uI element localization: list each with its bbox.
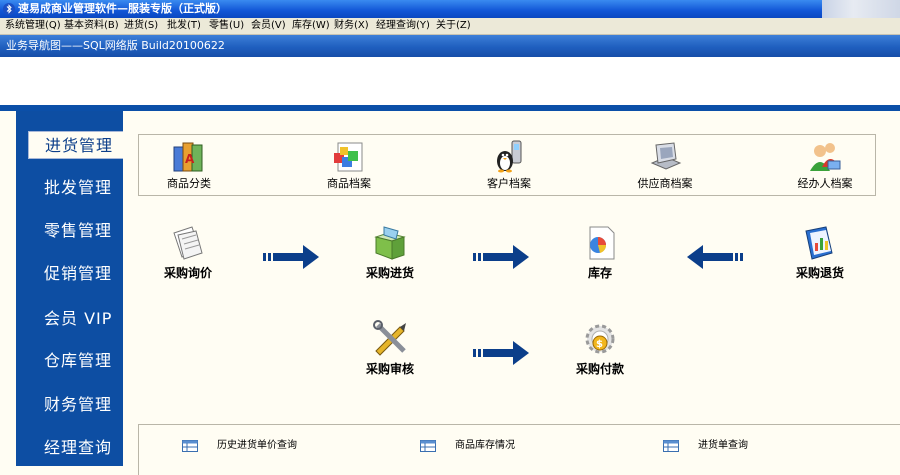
query-link-stock-status-label: 商品库存情况 (455, 440, 515, 451)
query-link-stock-status[interactable]: 商品库存情况 (420, 438, 620, 454)
menu-purchase[interactable]: 进货(S) (122, 18, 160, 34)
flow-audit-label: 采购审核 (365, 362, 414, 376)
query-link-purchase-orders[interactable]: 进货单查询 (663, 438, 863, 454)
arrow-left-icon (687, 245, 743, 269)
menu-bar: 系统管理(Q) 基本资料(B) 进货(S) 批发(T) 零售(U) 会员(V) … (0, 18, 900, 35)
document-chart-icon (589, 226, 615, 260)
handler-archive-shortcut[interactable]: 经办人档案 (775, 135, 875, 195)
query-link-price-history-label: 历史进货单价查询 (217, 440, 297, 451)
menu-manager-query[interactable]: 经理查询(Y) (374, 18, 432, 34)
customer-penguin-phone-icon (497, 140, 522, 173)
arrow-right-icon (473, 341, 529, 365)
flow-purchase-label: 采购进货 (365, 266, 414, 280)
table-icon (663, 440, 679, 452)
supplier-monitor-icon (650, 142, 682, 170)
category-label: 商品分类 (167, 177, 211, 190)
papers-icon (173, 226, 203, 260)
archive-shortcuts: A 商品分类 商品档案 客户档案 供应商档案 经办人档案 (138, 134, 876, 196)
menu-inventory[interactable]: 库存(W) (290, 18, 332, 34)
flow-payment[interactable]: $ 采购付款 (545, 319, 655, 377)
sidebar-rail (0, 111, 16, 466)
flow-stock-label: 库存 (587, 266, 612, 280)
supplier-archive-shortcut[interactable]: 供应商档案 (615, 135, 715, 195)
svg-text:A: A (185, 152, 195, 166)
sidebar-item-purchase[interactable]: 进货管理 (28, 131, 124, 159)
main-panel: A 商品分类 商品档案 客户档案 供应商档案 经办人档案 采购询价 采购进货 库… (123, 111, 900, 475)
query-link-price-history[interactable]: 历史进货单价查询 (182, 438, 382, 454)
product-blocks-icon (334, 142, 363, 172)
header-blank-area (0, 57, 900, 105)
menu-finance[interactable]: 财务(X) (332, 18, 371, 34)
sidebar-item-warehouse[interactable]: 仓库管理 (28, 347, 124, 375)
menu-system[interactable]: 系统管理(Q) (3, 18, 63, 34)
sidebar-item-promotion[interactable]: 促销管理 (28, 260, 124, 288)
menu-member[interactable]: 会员(V) (249, 18, 288, 34)
handler-archive-label: 经办人档案 (797, 177, 853, 190)
tools-icon (373, 320, 406, 356)
menu-basic-data[interactable]: 基本资料(B) (62, 18, 121, 34)
handler-users-icon (810, 143, 841, 171)
folder-icon (374, 226, 406, 260)
category-shortcut[interactable]: A 商品分类 (139, 135, 239, 195)
nav-title-bar: 业务导航图——SQL网络版 Build20100622 (0, 35, 900, 57)
query-link-purchase-orders-label: 进货单查询 (698, 440, 748, 451)
customer-archive-label: 客户档案 (487, 177, 531, 190)
product-archive-label: 商品档案 (327, 177, 371, 190)
gear-coin-icon: $ (585, 324, 615, 354)
flow-inquiry[interactable]: 采购询价 (133, 223, 243, 281)
menu-about[interactable]: 关于(Z) (434, 18, 473, 34)
report-book-icon (805, 226, 833, 260)
query-links-panel: 历史进货单价查询 商品库存情况 进货单查询 (138, 424, 900, 475)
bluetooth-icon (3, 3, 15, 15)
sidebar-item-retail[interactable]: 零售管理 (28, 217, 124, 245)
flow-payment-label: 采购付款 (575, 362, 624, 376)
supplier-archive-label: 供应商档案 (637, 177, 693, 190)
window-titlebar: 速易成商业管理软件—服装专版（正式版） (0, 0, 900, 18)
customer-archive-shortcut[interactable]: 客户档案 (459, 135, 559, 195)
sidebar-item-wholesale[interactable]: 批发管理 (28, 174, 124, 202)
sidebar-item-finance[interactable]: 财务管理 (28, 391, 124, 419)
sidebar-item-manager-query[interactable]: 经理查询 (28, 434, 124, 462)
nav-title: 业务导航图——SQL网络版 Build20100622 (6, 39, 225, 52)
flow-inquiry-label: 采购询价 (163, 266, 212, 280)
flow-purchase[interactable]: 采购进货 (335, 223, 445, 281)
arrow-right-icon (473, 245, 529, 269)
table-icon (182, 440, 198, 452)
flow-audit[interactable]: 采购审核 (335, 319, 445, 377)
menu-retail[interactable]: 零售(U) (207, 18, 246, 34)
svg-text:$: $ (596, 339, 603, 350)
window-controls-blurred (822, 0, 900, 18)
arrow-right-icon (263, 245, 319, 269)
sidebar: 进货管理 批发管理 零售管理 促销管理 会员 VIP 仓库管理 财务管理 经理查… (0, 111, 124, 466)
menu-wholesale[interactable]: 批发(T) (165, 18, 203, 34)
product-archive-shortcut[interactable]: 商品档案 (299, 135, 399, 195)
flow-return-label: 采购退货 (795, 266, 844, 280)
category-books-icon: A (173, 142, 203, 172)
flow-stock[interactable]: 库存 (545, 223, 655, 281)
window-title: 速易成商业管理软件—服装专版（正式版） (18, 2, 227, 15)
flow-return[interactable]: 采购退货 (765, 223, 875, 281)
table-icon (420, 440, 436, 452)
sidebar-item-vip[interactable]: 会员 VIP (28, 305, 124, 333)
